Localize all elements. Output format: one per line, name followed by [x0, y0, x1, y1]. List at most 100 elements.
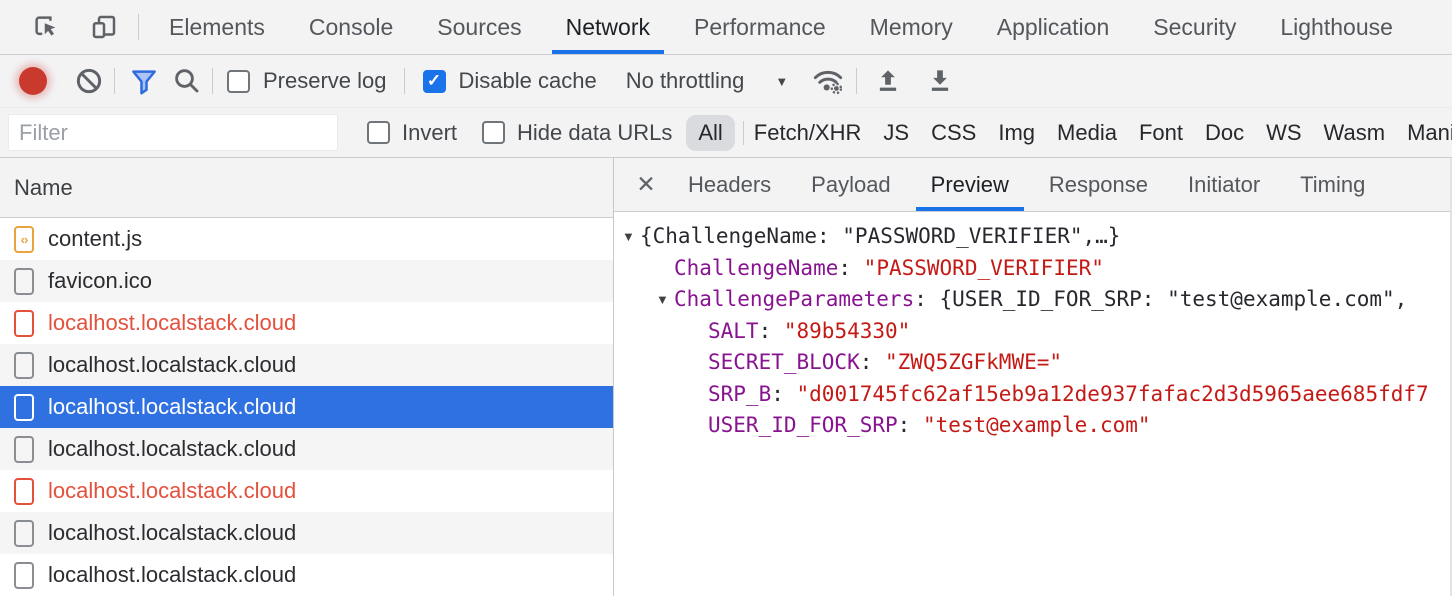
filter-pill-img[interactable]: Img: [998, 115, 1035, 151]
request-type-filters: All Fetch/XHR JS CSS Img Media Font Doc WS Wasm Ma…: [686, 115, 1452, 151]
json-key-segment: USER_ID_FOR_SRP: [708, 413, 898, 437]
tab-performance[interactable]: Performance: [672, 0, 848, 54]
json-obj-segment: :: [759, 319, 784, 343]
filter-pill-all[interactable]: All: [686, 115, 734, 151]
checkmark-icon: ✓: [427, 72, 441, 89]
name-column-header[interactable]: Name: [0, 158, 613, 218]
toolbar-divider: [138, 14, 139, 40]
expander-icon[interactable]: ▼: [656, 284, 674, 316]
document-icon: [14, 268, 34, 295]
json-key-segment: SECRET_BLOCK: [708, 350, 860, 374]
record-button[interactable]: [19, 67, 47, 95]
invert-checkbox[interactable]: ✓: [367, 121, 390, 144]
network-conditions-button[interactable]: [812, 65, 844, 97]
json-str-segment: "PASSWORD_VERIFIER": [864, 256, 1104, 280]
export-arrow-down-icon: [925, 66, 955, 96]
json-obj-segment: :: [898, 413, 923, 437]
inspect-cursor-icon: [31, 12, 61, 42]
import-har-button[interactable]: [873, 66, 903, 96]
inspect-element-button[interactable]: [24, 5, 68, 49]
tree-line[interactable]: SRP_B: "d001745fc62af15eb9a12de937fafac2…: [614, 379, 1450, 411]
filter-pill-font[interactable]: Font: [1139, 115, 1183, 151]
network-request-row[interactable]: localhost.localstack.cloud: [0, 554, 613, 596]
import-arrow-up-icon: [873, 66, 903, 96]
device-toolbar-button[interactable]: [82, 5, 126, 49]
details-tab-preview[interactable]: Preview: [911, 158, 1029, 211]
filter-toolbar: ✓ Invert ✓ Hide data URLs All Fetch/XHR JS…: [0, 108, 1452, 158]
json-str-segment: "ZWQ5ZGFkMWE=": [885, 350, 1062, 374]
tab-network[interactable]: Network: [544, 0, 672, 54]
network-request-row[interactable]: ‹› content.js: [0, 218, 613, 260]
details-tab-payload[interactable]: Payload: [791, 158, 911, 211]
hide-data-urls-checkbox[interactable]: ✓: [482, 121, 505, 144]
script-glyph: ‹›: [21, 233, 28, 246]
clear-button[interactable]: [74, 66, 104, 96]
preserve-log-checkbox[interactable]: ✓: [227, 70, 250, 93]
tree-line[interactable]: ▼{ChallengeName: "PASSWORD_VERIFIER",…}: [614, 221, 1450, 253]
filter-pill-manifest[interactable]: Manifest: [1407, 115, 1452, 151]
tab-memory[interactable]: Memory: [848, 0, 975, 54]
export-har-button[interactable]: [925, 66, 955, 96]
tab-application[interactable]: Application: [975, 0, 1132, 54]
toolbar-divider: [212, 68, 213, 94]
filter-input[interactable]: [8, 114, 338, 151]
details-tab-response[interactable]: Response: [1029, 158, 1168, 211]
filter-pill-doc[interactable]: Doc: [1205, 115, 1244, 151]
filter-pill-ws[interactable]: WS: [1266, 115, 1301, 151]
filter-pill-css[interactable]: CSS: [931, 115, 976, 151]
network-request-row[interactable]: favicon.ico: [0, 260, 613, 302]
filter-pill-wasm[interactable]: Wasm: [1324, 115, 1386, 151]
details-tab-headers[interactable]: Headers: [668, 158, 791, 211]
name-header-label: Name: [14, 175, 73, 201]
tree-line[interactable]: SECRET_BLOCK: "ZWQ5ZGFkMWE=": [614, 347, 1450, 379]
search-icon: [172, 66, 202, 96]
device-toolbar-icon: [89, 12, 119, 42]
request-name: localhost.localstack.cloud: [48, 520, 296, 546]
clear-icon: [74, 66, 104, 96]
chevron-down-icon[interactable]: ▼: [775, 74, 788, 89]
document-icon: [14, 352, 34, 379]
filter-pill-js[interactable]: JS: [883, 115, 909, 151]
network-request-row[interactable]: localhost.localstack.cloud: [0, 428, 613, 470]
details-tab-initiator[interactable]: Initiator: [1168, 158, 1280, 211]
devtools-tabbar: ElementsConsoleSourcesNetworkPerformance…: [0, 0, 1452, 55]
details-tab-timing[interactable]: Timing: [1280, 158, 1385, 211]
request-name: localhost.localstack.cloud: [48, 478, 296, 504]
request-name: localhost.localstack.cloud: [48, 352, 296, 378]
close-details-button[interactable]: ✕: [624, 158, 668, 211]
invert-label[interactable]: Invert: [402, 120, 457, 146]
expander-icon[interactable]: ▼: [622, 221, 640, 253]
requests-panel: Name ‹› content.js favicon.ico localhost…: [0, 158, 614, 596]
disable-cache-label[interactable]: Disable cache: [459, 68, 597, 94]
tab-console[interactable]: Console: [287, 0, 415, 54]
tab-lighthouse[interactable]: Lighthouse: [1258, 0, 1415, 54]
tree-line[interactable]: SALT: "89b54330": [614, 316, 1450, 348]
filter-pill-media[interactable]: Media: [1057, 115, 1117, 151]
network-request-row[interactable]: localhost.localstack.cloud: [0, 344, 613, 386]
close-icon: ✕: [636, 171, 655, 198]
preserve-log-label[interactable]: Preserve log: [263, 68, 387, 94]
tree-line[interactable]: ▼ChallengeParameters: {USER_ID_FOR_SRP: …: [614, 284, 1450, 316]
pill-divider: [743, 121, 744, 145]
disable-cache-checkbox[interactable]: ✓: [423, 70, 446, 93]
network-request-row[interactable]: localhost.localstack.cloud: [0, 386, 613, 428]
hide-data-urls-label[interactable]: Hide data URLs: [517, 120, 672, 146]
request-name: localhost.localstack.cloud: [48, 394, 296, 420]
tab-sources[interactable]: Sources: [415, 0, 543, 54]
tab-elements[interactable]: Elements: [147, 0, 287, 54]
filter-pill-fetch-xhr[interactable]: Fetch/XHR: [754, 115, 862, 151]
requests-list: ‹› content.js favicon.ico localhost.loca…: [0, 218, 613, 596]
filter-toggle-button[interactable]: [129, 66, 159, 96]
tree-line[interactable]: USER_ID_FOR_SRP: "test@example.com": [614, 410, 1450, 442]
network-request-row[interactable]: localhost.localstack.cloud: [0, 470, 613, 512]
request-name: favicon.ico: [48, 268, 152, 294]
document-icon: [14, 394, 34, 421]
throttling-select[interactable]: No throttling: [626, 68, 745, 94]
tree-line[interactable]: ChallengeName: "PASSWORD_VERIFIER": [614, 253, 1450, 285]
tab-security[interactable]: Security: [1131, 0, 1258, 54]
search-button[interactable]: [172, 66, 202, 96]
json-str-segment: "d001745fc62af15eb9a12de937fafac2d3d5965…: [797, 382, 1429, 406]
network-request-row[interactable]: localhost.localstack.cloud: [0, 302, 613, 344]
network-request-row[interactable]: localhost.localstack.cloud: [0, 512, 613, 554]
toolbar-divider: [404, 68, 405, 94]
